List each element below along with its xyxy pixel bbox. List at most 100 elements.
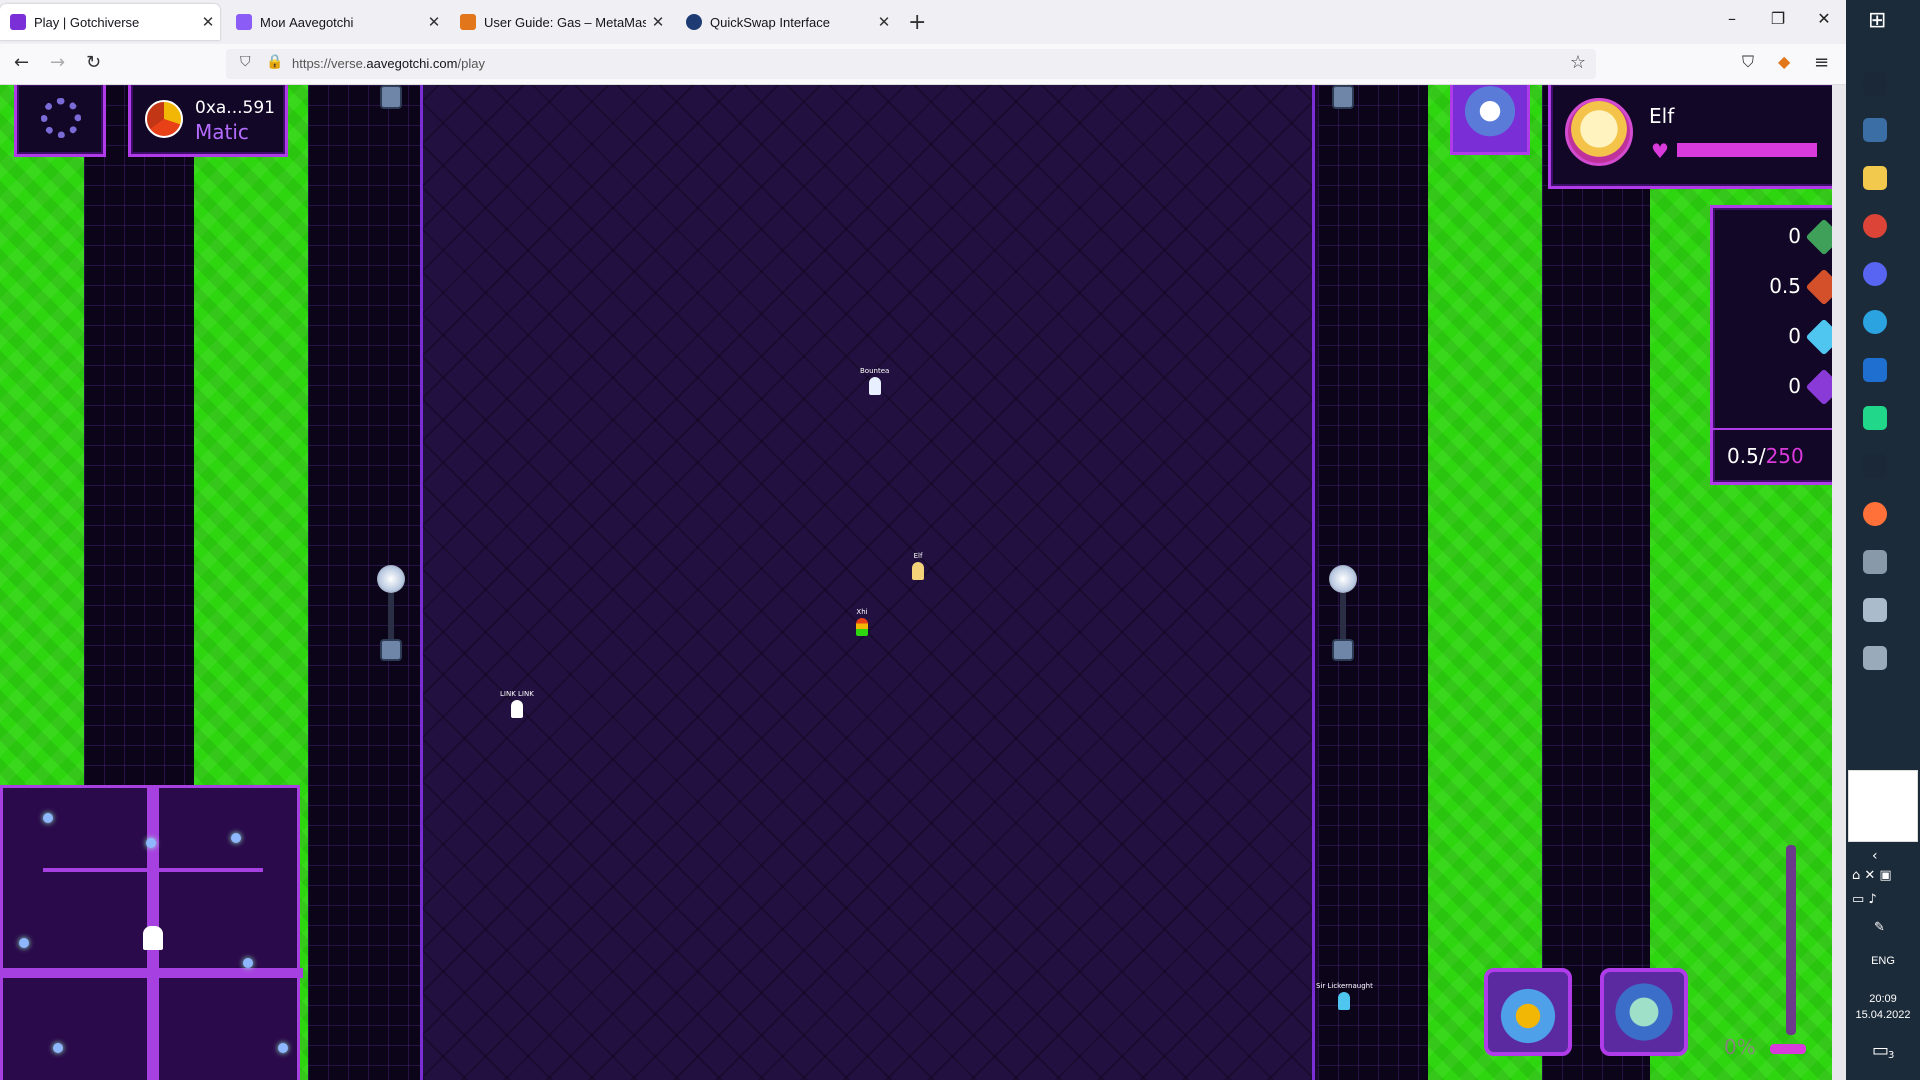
app-icon[interactable] xyxy=(1863,550,1887,574)
notifications-icon[interactable]: ▭ xyxy=(1872,1040,1889,1061)
volume-icon[interactable]: ▭ ♪ xyxy=(1852,892,1877,907)
minimap-marker xyxy=(19,938,29,948)
tab-title: QuickSwap Interface xyxy=(710,14,830,30)
app-icon[interactable] xyxy=(1863,358,1887,382)
forward-button[interactable]: → xyxy=(50,52,65,73)
wallet-panel[interactable]: 0xa...591 Matic xyxy=(128,85,288,157)
chrome-icon[interactable] xyxy=(1863,214,1887,238)
new-tab-button[interactable]: + xyxy=(908,10,926,35)
steam-icon[interactable] xyxy=(1863,454,1887,478)
close-icon[interactable]: ✕ xyxy=(196,13,220,31)
minimize-button[interactable]: – xyxy=(1712,9,1752,28)
settings-button[interactable] xyxy=(14,85,106,157)
pocket-icon[interactable]: ⛉ xyxy=(1742,52,1754,72)
window-close-button[interactable]: ✕ xyxy=(1804,9,1844,28)
heart-icon: ♥ xyxy=(1651,139,1669,163)
gotchi-sprite-icon xyxy=(868,377,881,395)
save-icon[interactable] xyxy=(1863,118,1887,142)
health-bar-fill xyxy=(1677,143,1817,157)
windows-start-icon[interactable]: ⊞ xyxy=(1868,8,1886,33)
app-icon[interactable] xyxy=(1863,598,1887,622)
crafting-button[interactable] xyxy=(1484,968,1572,1056)
profile-panel[interactable]: Elf ♥ xyxy=(1548,85,1846,189)
telegram-icon[interactable] xyxy=(1863,310,1887,334)
player-gotchi[interactable]: LINK LINK xyxy=(500,690,534,718)
chevron-left-icon[interactable]: ‹ xyxy=(1872,848,1878,864)
minimap-marker xyxy=(43,813,53,823)
player-gotchi[interactable]: Elf xyxy=(912,552,924,580)
steam-icon[interactable] xyxy=(1863,72,1887,96)
dark-path xyxy=(1542,85,1650,1080)
minimap-road xyxy=(43,868,263,872)
game-canvas[interactable]: Bountea Elf Xhi LINK LINK Sir Lickernaug… xyxy=(0,85,1846,1080)
close-icon[interactable]: ✕ xyxy=(422,13,446,31)
zoom-slider-handle[interactable] xyxy=(1770,1044,1806,1054)
reload-button[interactable]: ↻ xyxy=(86,52,101,73)
gotchi-sprite-icon xyxy=(510,700,523,718)
character-name: Elf xyxy=(1649,104,1675,128)
system-tray-icons[interactable]: ⌂ ✕ ▣ xyxy=(1852,868,1892,883)
minimap-marker xyxy=(231,833,241,843)
tray-scroll-box[interactable] xyxy=(1848,770,1918,842)
restore-button[interactable]: ❐ xyxy=(1758,9,1798,28)
grass-area xyxy=(1428,85,1542,1080)
network-name: Matic xyxy=(195,120,249,144)
tab-title: User Guide: Gas – MetaMask xyxy=(484,14,646,30)
player-gotchi[interactable]: Sir Lickernaught xyxy=(1316,982,1373,1010)
gotchiverse-favicon-icon xyxy=(10,14,26,30)
resource-capacity: 0.5/250 xyxy=(1727,444,1804,468)
language-indicator[interactable]: ENG xyxy=(1846,955,1920,967)
minimap-road xyxy=(3,968,303,978)
pen-icon[interactable]: ✎ xyxy=(1874,920,1885,935)
menu-icon[interactable]: ≡ xyxy=(1814,52,1829,73)
zoom-slider-track[interactable] xyxy=(1786,845,1796,1035)
player-name: LINK LINK xyxy=(500,690,534,698)
tab-quickswap[interactable]: QuickSwap Interface ✕ xyxy=(676,4,896,40)
metamask-extension-icon[interactable]: ◆ xyxy=(1778,52,1790,71)
player-gotchi[interactable]: Bountea xyxy=(860,367,889,395)
avatar[interactable] xyxy=(1565,98,1633,166)
lock-icon[interactable]: 🔒 xyxy=(266,54,283,70)
address-bar[interactable]: ⛉ 🔒 https://verse.aavegotchi.com/play ☆ xyxy=(226,49,1596,79)
gotchi-sprite-icon xyxy=(1338,992,1351,1010)
minimap[interactable] xyxy=(0,785,303,1080)
close-icon[interactable]: ✕ xyxy=(872,13,896,31)
close-icon[interactable]: ✕ xyxy=(646,13,670,31)
street-lamp xyxy=(371,565,411,665)
lamp-post-base-icon xyxy=(1332,85,1354,109)
app-icon[interactable] xyxy=(1863,646,1887,670)
discord-icon[interactable] xyxy=(1863,262,1887,286)
gear-icon xyxy=(41,98,81,138)
tab-title: Мои Aavegotchi xyxy=(260,14,354,30)
player-gotchi[interactable]: Xhi xyxy=(856,608,868,636)
street-lamp xyxy=(1323,565,1363,665)
wallet-logo-icon xyxy=(145,100,183,138)
player-marker-icon xyxy=(143,926,163,950)
player-name: Bountea xyxy=(860,367,890,375)
shield-icon[interactable]: ⛉ xyxy=(240,54,251,70)
minimap-marker xyxy=(243,958,253,968)
resource-row: 0 xyxy=(1713,368,1846,408)
tab-my-aavegotchi[interactable]: Мои Aavegotchi ✕ xyxy=(226,4,446,40)
pycharm-icon[interactable] xyxy=(1863,406,1887,430)
aavegotchi-favicon-icon xyxy=(236,14,252,30)
back-button[interactable]: ← xyxy=(14,52,29,73)
bookmark-star-icon[interactable]: ☆ xyxy=(1570,52,1586,73)
quickswap-favicon-icon xyxy=(686,14,702,30)
backpack-button[interactable] xyxy=(1600,968,1688,1056)
resource-value: 0 xyxy=(1788,374,1801,398)
minimap-marker xyxy=(53,1043,63,1053)
tab-metamask-guide[interactable]: User Guide: Gas – MetaMask ✕ xyxy=(450,4,670,40)
navigation-bar: ← → ↻ ⛉ 🔒 https://verse.aavegotchi.com/p… xyxy=(0,44,1846,85)
url-text: https://verse.aavegotchi.com/play xyxy=(292,56,485,71)
map-button[interactable] xyxy=(1450,85,1530,155)
firefox-icon[interactable] xyxy=(1863,502,1887,526)
clock-date[interactable]: 15.04.2022 xyxy=(1846,1009,1920,1021)
minimap-marker xyxy=(146,838,156,848)
scrollbar[interactable] xyxy=(1832,85,1846,1080)
tab-title: Play | Gotchiverse xyxy=(34,14,140,30)
player-name: Sir Lickernaught xyxy=(1316,982,1373,990)
tab-gotchiverse[interactable]: Play | Gotchiverse ✕ xyxy=(0,4,220,40)
folder-icon[interactable] xyxy=(1863,166,1887,190)
clock-time[interactable]: 20:09 xyxy=(1846,993,1920,1005)
